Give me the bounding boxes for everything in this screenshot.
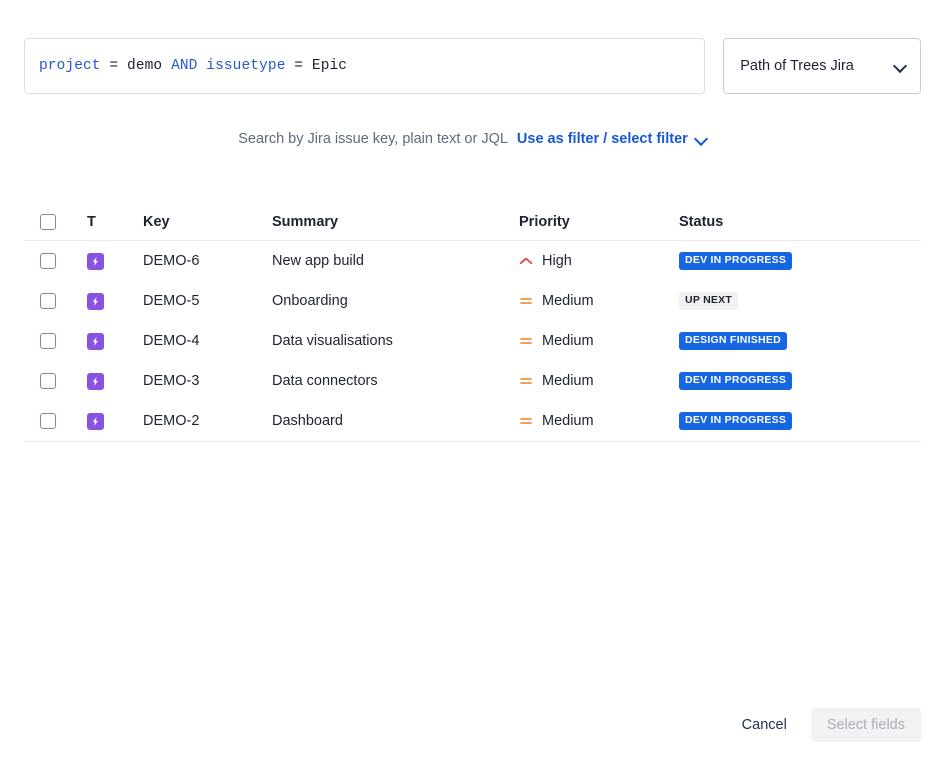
issue-priority-cell: Medium	[519, 333, 679, 349]
row-select-cell	[24, 293, 87, 309]
epic-icon	[87, 252, 104, 270]
column-header-summary: Summary	[272, 214, 339, 230]
cancel-button[interactable]: Cancel	[730, 708, 799, 742]
use-as-filter-label: Use as filter / select filter	[516, 131, 688, 147]
issue-type-cell	[87, 292, 143, 310]
issue-status-cell: DEV IN PROGRESS	[679, 412, 921, 430]
issue-key: DEMO-6	[143, 253, 200, 269]
search-helper-row: Search by Jira issue key, plain text or …	[0, 131, 945, 147]
epic-icon	[87, 372, 104, 390]
issue-status-cell: DESIGN FINISHED	[679, 332, 921, 350]
select-fields-button[interactable]: Select fields	[810, 708, 921, 742]
table-row[interactable]: DEMO-3 Data connectors Medium DEV IN PROGRE…	[24, 361, 921, 401]
issue-type-cell	[87, 372, 143, 390]
status-badge: DEV IN PROGRESS	[679, 412, 793, 430]
row-checkbox[interactable]	[40, 333, 56, 349]
row-select-cell	[24, 333, 87, 349]
chevron-down-icon	[894, 60, 906, 72]
row-select-cell	[24, 373, 87, 389]
status-badge: UP NEXT	[679, 292, 739, 310]
issue-type-cell	[87, 412, 143, 430]
priority-medium-icon	[520, 417, 532, 425]
issue-priority-label: Medium	[542, 333, 594, 349]
jql-query-text: project = demo AND issuetype = Epic	[39, 58, 347, 74]
epic-icon	[87, 412, 104, 430]
row-checkbox[interactable]	[40, 253, 56, 269]
dialog-footer: Cancel Select fields	[730, 708, 921, 742]
table-header-row: T Key Summary Priority Status	[24, 204, 921, 240]
issue-priority-label: Medium	[542, 293, 594, 309]
issue-summary: Dashboard	[272, 413, 343, 429]
issue-key: DEMO-3	[143, 373, 200, 389]
jira-site-selected-value: Path of Trees Jira	[740, 58, 854, 74]
row-checkbox[interactable]	[40, 413, 56, 429]
row-select-cell	[24, 413, 87, 429]
status-badge: DEV IN PROGRESS	[679, 252, 793, 270]
row-checkbox[interactable]	[40, 293, 56, 309]
jql-token-field: issuetype	[206, 58, 286, 74]
search-helper-text: Search by Jira issue key, plain text or …	[238, 131, 508, 147]
issue-priority-label: Medium	[542, 373, 594, 389]
epic-icon	[87, 332, 104, 350]
epic-icon	[87, 292, 104, 310]
jql-token-op	[162, 58, 171, 74]
table-row[interactable]: DEMO-4 Data visualisations Medium DESIGN FI…	[24, 321, 921, 361]
issue-priority-label: Medium	[542, 413, 594, 429]
jql-token-op: =	[100, 58, 128, 74]
issue-key: DEMO-2	[143, 413, 200, 429]
column-header-status: Status	[679, 214, 724, 230]
priority-medium-icon	[520, 377, 532, 385]
jql-token-value: demo	[127, 58, 163, 74]
issue-type-cell	[87, 332, 143, 350]
table-bottom-divider	[24, 441, 921, 442]
jql-search-input[interactable]: project = demo AND issuetype = Epic	[24, 38, 706, 94]
search-row: project = demo AND issuetype = Epic Path…	[24, 38, 921, 94]
row-checkbox[interactable]	[40, 373, 56, 389]
jql-token-keyword: AND	[171, 58, 198, 74]
select-all-header	[24, 214, 87, 230]
issue-status-cell: DEV IN PROGRESS	[679, 252, 921, 270]
column-header-priority: Priority	[519, 214, 570, 230]
jql-token-op: =	[285, 58, 312, 74]
column-header-type: T	[87, 214, 96, 230]
issue-priority-label: High	[542, 253, 572, 269]
status-badge: DEV IN PROGRESS	[679, 372, 793, 390]
status-badge: DESIGN FINISHED	[679, 332, 787, 350]
jql-token-field: project	[39, 58, 101, 74]
issue-priority-cell: High	[519, 253, 679, 269]
issue-summary: Data connectors	[272, 373, 378, 389]
chevron-down-icon	[695, 133, 707, 145]
priority-medium-icon	[520, 297, 532, 305]
column-header-key: Key	[143, 214, 170, 230]
issue-status-cell: DEV IN PROGRESS	[679, 372, 921, 390]
use-as-filter-link[interactable]: Use as filter / select filter	[517, 131, 707, 147]
table-row[interactable]: DEMO-5 Onboarding Medium UP NEXT	[24, 281, 921, 321]
priority-medium-icon	[520, 337, 532, 345]
issue-status-cell: UP NEXT	[679, 292, 921, 310]
table-row[interactable]: DEMO-2 Dashboard Medium DEV IN PROGRESS	[24, 401, 921, 441]
issue-key: DEMO-4	[143, 333, 200, 349]
issue-priority-cell: Medium	[519, 373, 679, 389]
issue-priority-cell: Medium	[519, 293, 679, 309]
select-all-checkbox[interactable]	[40, 214, 56, 230]
issue-key: DEMO-5	[143, 293, 200, 309]
jira-site-select[interactable]: Path of Trees Jira	[723, 38, 921, 94]
priority-high-icon	[519, 257, 533, 265]
jql-token-value: Epic	[311, 58, 348, 74]
issues-table: T Key Summary Priority Status DEMO-6 New …	[24, 204, 921, 442]
issue-type-cell	[87, 252, 143, 270]
issue-summary: Onboarding	[272, 293, 348, 309]
issue-summary: New app build	[272, 253, 364, 269]
jql-token-op	[197, 58, 206, 74]
table-row[interactable]: DEMO-6 New app build High DEV IN PROGRESS	[24, 241, 921, 281]
jira-issue-picker-dialog: project = demo AND issuetype = Epic Path…	[0, 0, 945, 764]
row-select-cell	[24, 253, 87, 269]
issue-summary: Data visualisations	[272, 333, 393, 349]
issue-priority-cell: Medium	[519, 413, 679, 429]
table-body: DEMO-6 New app build High DEV IN PROGRESS DE…	[24, 241, 921, 441]
